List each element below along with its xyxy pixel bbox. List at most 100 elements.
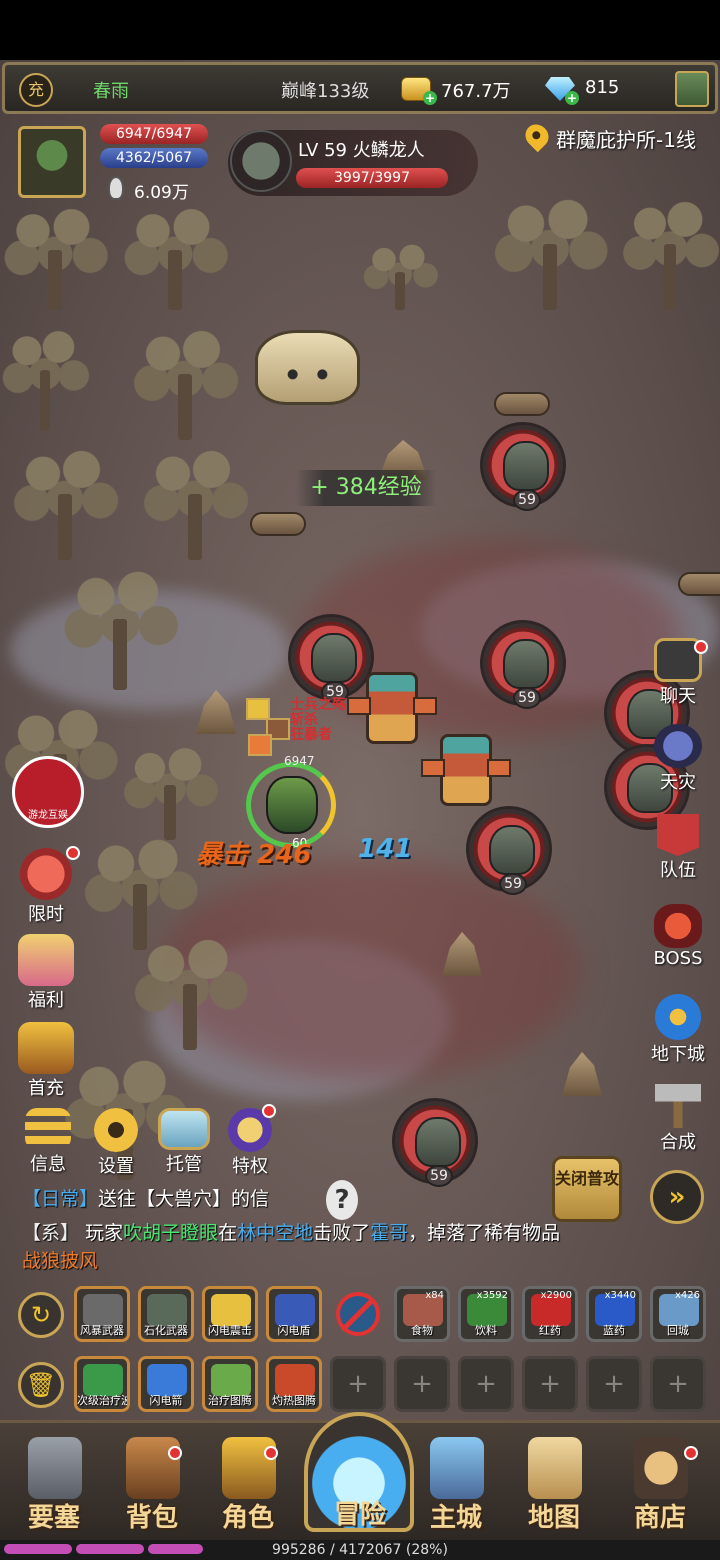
info-label: 信息	[30, 1154, 66, 1175]
enemy-fire-scale-dragonkin[interactable]: 59	[392, 1098, 478, 1187]
limited-time-label: 限时	[28, 904, 64, 925]
chat-text: ，掉落了稀有物品	[408, 1222, 561, 1244]
dead-tree	[130, 320, 240, 440]
dungeon-button[interactable]: 地下城	[640, 994, 716, 1066]
experience-text: 995286 / 4172067 (28%)	[272, 1542, 448, 1558]
boss-label: BOSS	[653, 948, 703, 969]
empty-slot[interactable]: +	[586, 1356, 642, 1412]
location-name[interactable]: 群魔庇护所-1线	[556, 124, 696, 153]
empty-slot[interactable]: +	[458, 1356, 514, 1412]
hero-sprite	[266, 776, 318, 834]
team-label: 队伍	[660, 860, 696, 881]
skill-slot[interactable]: 石化武器	[138, 1286, 194, 1342]
team-button[interactable]: 队伍	[646, 814, 710, 882]
item-count: x2900	[540, 1290, 572, 1301]
dungeon-label: 地下城	[651, 1044, 705, 1065]
nav-map[interactable]: 地图	[506, 1423, 602, 1543]
player-avatar[interactable]	[18, 126, 86, 198]
item-label: 回城	[667, 1324, 689, 1337]
damage-text: 141	[358, 834, 413, 864]
skill-slot[interactable]: 闪电震击	[202, 1286, 258, 1342]
chat-text: 玩家	[85, 1222, 124, 1244]
dead-tree	[490, 190, 610, 310]
item-slot-drink[interactable]: x3592 饮料	[458, 1286, 514, 1342]
empty-slot[interactable]: +	[394, 1356, 450, 1412]
disabled-skill-icon[interactable]	[336, 1292, 380, 1336]
enemy-level: 59	[513, 489, 541, 511]
skill-label: 灼热图腾	[272, 1394, 316, 1407]
target-name: LV 59 火鳞龙人	[298, 140, 425, 161]
fortress-icon	[28, 1437, 82, 1499]
skill-slot[interactable]: 灼热图腾	[266, 1356, 322, 1412]
refresh-skills-icon[interactable]: ↻	[18, 1292, 64, 1338]
nav-character[interactable]: 角色	[200, 1423, 296, 1543]
enemy-fire-scale-dragonkin[interactable]: 59	[480, 422, 566, 511]
peak-level: 巅峰133级	[281, 81, 370, 102]
enemy-fire-scale-dragonkin[interactable]: 59	[480, 620, 566, 709]
buff-lightning-icon	[246, 698, 270, 720]
enemy-level: 59	[499, 873, 527, 895]
nav-adventure-label[interactable]: 冒险	[310, 1494, 410, 1531]
item-label: 食物	[411, 1324, 433, 1337]
chat-quest-line[interactable]: 【日常】送往【大兽穴】的信	[22, 1184, 269, 1211]
nav-label: 要塞	[27, 1503, 80, 1533]
auto-battle-button[interactable]: 托管	[154, 1108, 214, 1176]
hammer-icon	[655, 1084, 701, 1128]
nav-fortress[interactable]: 要塞	[6, 1423, 102, 1543]
crit-damage-text: 暴击 246	[196, 840, 312, 870]
item-count: x3592	[476, 1290, 508, 1301]
chat-item-name[interactable]: 战狼披风	[22, 1246, 98, 1273]
info-button[interactable]: 信息	[20, 1108, 76, 1176]
float-line: 士兵之殇	[290, 697, 346, 713]
chat-player-name[interactable]: 吹胡子瞪眼	[123, 1222, 218, 1244]
fallen-log	[250, 512, 306, 536]
first-recharge-button[interactable]: 首充	[14, 1022, 78, 1100]
close-normal-attack-button[interactable]: 关闭普攻	[552, 1156, 622, 1222]
chat-system-line[interactable]: 【系】 玩家吹胡子瞪眼在林中空地击败了霍哥，掉落了稀有物品	[22, 1218, 560, 1245]
event-totem-icon[interactable]	[675, 71, 709, 107]
item-slot-blue-potion[interactable]: x3440 蓝药	[586, 1286, 642, 1342]
enemy-fire-scale-dragonkin[interactable]: 59	[466, 806, 552, 895]
delete-skill-icon[interactable]: 🗑	[18, 1362, 64, 1408]
skill-slot[interactable]: 闪电箭	[138, 1356, 194, 1412]
calamity-button[interactable]: 天灾	[646, 724, 710, 794]
empty-slot[interactable]: +	[522, 1356, 578, 1412]
auto-battle-label: 托管	[166, 1154, 202, 1175]
skill-label: 石化武器	[144, 1324, 188, 1337]
chat-place-name[interactable]: 林中空地	[237, 1222, 313, 1244]
notification-dot	[66, 846, 80, 860]
recharge-icon[interactable]: 充	[19, 73, 53, 107]
help-button[interactable]: ?	[326, 1180, 358, 1220]
skill-slot[interactable]: 风暴武器	[74, 1286, 130, 1342]
nav-backpack[interactable]: 背包	[104, 1423, 200, 1543]
skill-slot[interactable]: 闪电盾	[266, 1286, 322, 1342]
youlong-logo-label: 游龙互娱	[28, 810, 68, 821]
enemy-fire-scale-dragonkin[interactable]: 59	[288, 614, 374, 703]
item-slot-return-town[interactable]: x426 回城	[650, 1286, 706, 1342]
gear-icon	[94, 1108, 138, 1152]
skill-slot[interactable]: 次级治疗波	[74, 1356, 130, 1412]
item-slot-food[interactable]: x84 食物	[394, 1286, 450, 1342]
gift-icon	[18, 934, 74, 986]
craft-button[interactable]: 合成	[646, 1084, 710, 1154]
chat-boss-name[interactable]: 霍哥	[370, 1222, 408, 1244]
nav-label: 地图	[527, 1503, 580, 1533]
item-slot-red-potion[interactable]: x2900 红药	[522, 1286, 578, 1342]
speed-up-icon[interactable]: »	[650, 1170, 704, 1224]
settings-button[interactable]: 设置	[88, 1108, 144, 1178]
empty-slot[interactable]: +	[650, 1356, 706, 1412]
nav-label: 角色	[221, 1503, 274, 1533]
chat-tag: 【日常】	[22, 1188, 99, 1210]
nav-shop[interactable]: 商店	[612, 1423, 708, 1543]
privilege-button[interactable]: 特权	[222, 1108, 278, 1178]
nav-main-city[interactable]: 主城	[408, 1423, 504, 1543]
experience-bar: 995286 / 4172067 (28%)	[0, 1540, 720, 1560]
add-diamond-icon[interactable]: +	[565, 91, 579, 105]
welfare-button[interactable]: 福利	[14, 934, 78, 1012]
chat-quest-text: 送往【大兽穴】的信	[98, 1188, 270, 1210]
boss-button[interactable]: BOSS	[646, 904, 710, 969]
skill-slot[interactable]: 治疗图腾	[202, 1356, 258, 1412]
add-gold-icon[interactable]: +	[423, 91, 437, 105]
limited-time-button[interactable]: 限时	[14, 848, 78, 926]
empty-slot[interactable]: +	[330, 1356, 386, 1412]
